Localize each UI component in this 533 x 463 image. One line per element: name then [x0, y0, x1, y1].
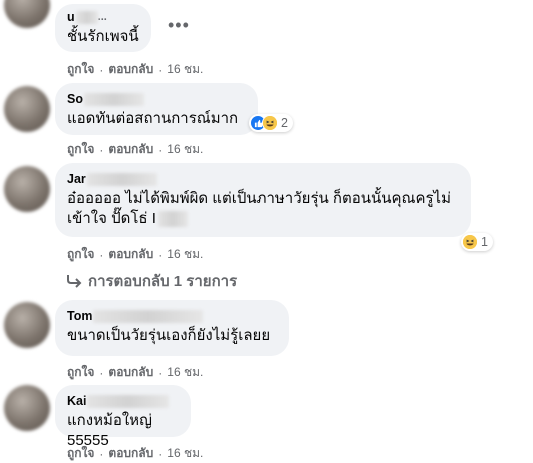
- separator: ·: [158, 247, 163, 262]
- comment-bubble: u ... ชั้นรักเพจนี้: [55, 4, 151, 52]
- avatar[interactable]: [4, 302, 50, 348]
- like-button[interactable]: ถูกใจ: [67, 245, 94, 264]
- comment-bubble: Kai แกงหม้อใหญ่ 55555: [55, 385, 191, 449]
- comment-actions: ถูกใจ · ตอบกลับ · 16 ชม.: [67, 444, 203, 463]
- more-icon[interactable]: •••: [168, 15, 190, 36]
- reply-button[interactable]: ตอบกลับ: [108, 444, 153, 463]
- avatar[interactable]: [4, 166, 50, 212]
- comment-text-line: เข้าใจ ปั๊ดโธ่ I: [67, 209, 459, 229]
- comment-actions: ถูกใจ · ตอบกลับ · 16 ชม.: [67, 245, 203, 264]
- timestamp[interactable]: 16 ชม.: [167, 245, 203, 264]
- separator: ·: [158, 446, 163, 461]
- separator: ·: [99, 365, 104, 380]
- comment-actions: ถูกใจ · ตอบกลับ · 16 ชม.: [67, 60, 203, 79]
- separator: ·: [99, 62, 104, 77]
- comment-text-tail: เข้าใจ ปั๊ดโธ่ I: [67, 210, 156, 227]
- comment-author[interactable]: Tom: [67, 308, 277, 324]
- reply-arrow-icon: [67, 275, 82, 288]
- haha-icon: [462, 234, 478, 250]
- separator: ·: [158, 62, 163, 77]
- reaction-summary[interactable]: 2: [249, 114, 293, 132]
- avatar[interactable]: [4, 0, 50, 28]
- comment-bubble: Tom ขนาดเป็นวัยรุ่นเองก็ยังไม่รู้เลยย: [55, 300, 289, 356]
- reply-button[interactable]: ตอบกลับ: [108, 245, 153, 264]
- avatar[interactable]: [4, 385, 50, 431]
- reply-button[interactable]: ตอบกลับ: [108, 60, 153, 79]
- author-name[interactable]: Tom: [67, 309, 92, 323]
- author-name[interactable]: So: [67, 92, 83, 106]
- redacted-name: [75, 10, 98, 24]
- view-replies-label[interactable]: การตอบกลับ 1 รายการ: [88, 269, 237, 293]
- comment-author[interactable]: Kai: [67, 393, 179, 409]
- comment-text: ขนาดเป็นวัยรุ่นเองก็ยังไม่รู้เลยย: [67, 327, 271, 344]
- separator: ·: [158, 142, 163, 157]
- comment-actions: ถูกใจ · ตอบกลับ · 16 ชม.: [67, 363, 203, 382]
- view-replies-link[interactable]: การตอบกลับ 1 รายการ: [66, 269, 237, 293]
- redacted-name: [87, 394, 170, 408]
- author-name[interactable]: Kai: [67, 394, 86, 408]
- separator: ·: [99, 247, 104, 262]
- reply-button[interactable]: ตอบกลับ: [108, 140, 153, 159]
- like-button[interactable]: ถูกใจ: [67, 140, 94, 159]
- comment-text: อ๋อออออ ไม่ได้พิมพ์ผิด แต่เป็นภาษาวัยรุ่…: [67, 189, 459, 229]
- comment-text: ชั้นรักเพจนี้: [67, 28, 139, 45]
- redacted-text: [157, 211, 188, 227]
- comment-actions: ถูกใจ · ตอบกลับ · 16 ชม.: [67, 140, 203, 159]
- comment-author[interactable]: So: [67, 91, 246, 107]
- redacted-name: [86, 172, 157, 186]
- author-name-tail: ...: [97, 11, 107, 23]
- separator: ·: [158, 365, 163, 380]
- timestamp[interactable]: 16 ชม.: [167, 60, 203, 79]
- redacted-name: [83, 92, 144, 106]
- timestamp[interactable]: 16 ชม.: [167, 363, 203, 382]
- like-button[interactable]: ถูกใจ: [67, 444, 94, 463]
- separator: ·: [99, 142, 104, 157]
- like-button[interactable]: ถูกใจ: [67, 363, 94, 382]
- author-name[interactable]: Jar: [67, 172, 86, 186]
- reaction-count: 1: [481, 235, 488, 249]
- author-name[interactable]: u: [67, 10, 75, 24]
- comment-author[interactable]: Jar: [67, 171, 459, 187]
- comment-bubble: Jar อ๋อออออ ไม่ได้พิมพ์ผิด แต่เป็นภาษาวั…: [55, 163, 471, 237]
- reaction-summary[interactable]: 1: [461, 233, 493, 251]
- redacted-name: [93, 309, 204, 323]
- comment-text: แอดทันต่อสถานการณ์มาก: [67, 110, 239, 127]
- comment-text-line: อ๋อออออ ไม่ได้พิมพ์ผิด แต่เป็นภาษาวัยรุ่…: [67, 190, 451, 207]
- reaction-count: 2: [281, 116, 288, 130]
- like-button[interactable]: ถูกใจ: [67, 60, 94, 79]
- reply-button[interactable]: ตอบกลับ: [108, 363, 153, 382]
- comment-author[interactable]: u ...: [67, 9, 139, 25]
- comment-bubble: So แอดทันต่อสถานการณ์มาก: [55, 83, 258, 135]
- timestamp[interactable]: 16 ชม.: [167, 444, 203, 463]
- avatar[interactable]: [4, 86, 50, 132]
- timestamp[interactable]: 16 ชม.: [167, 140, 203, 159]
- haha-icon: [262, 115, 278, 131]
- separator: ·: [99, 446, 104, 461]
